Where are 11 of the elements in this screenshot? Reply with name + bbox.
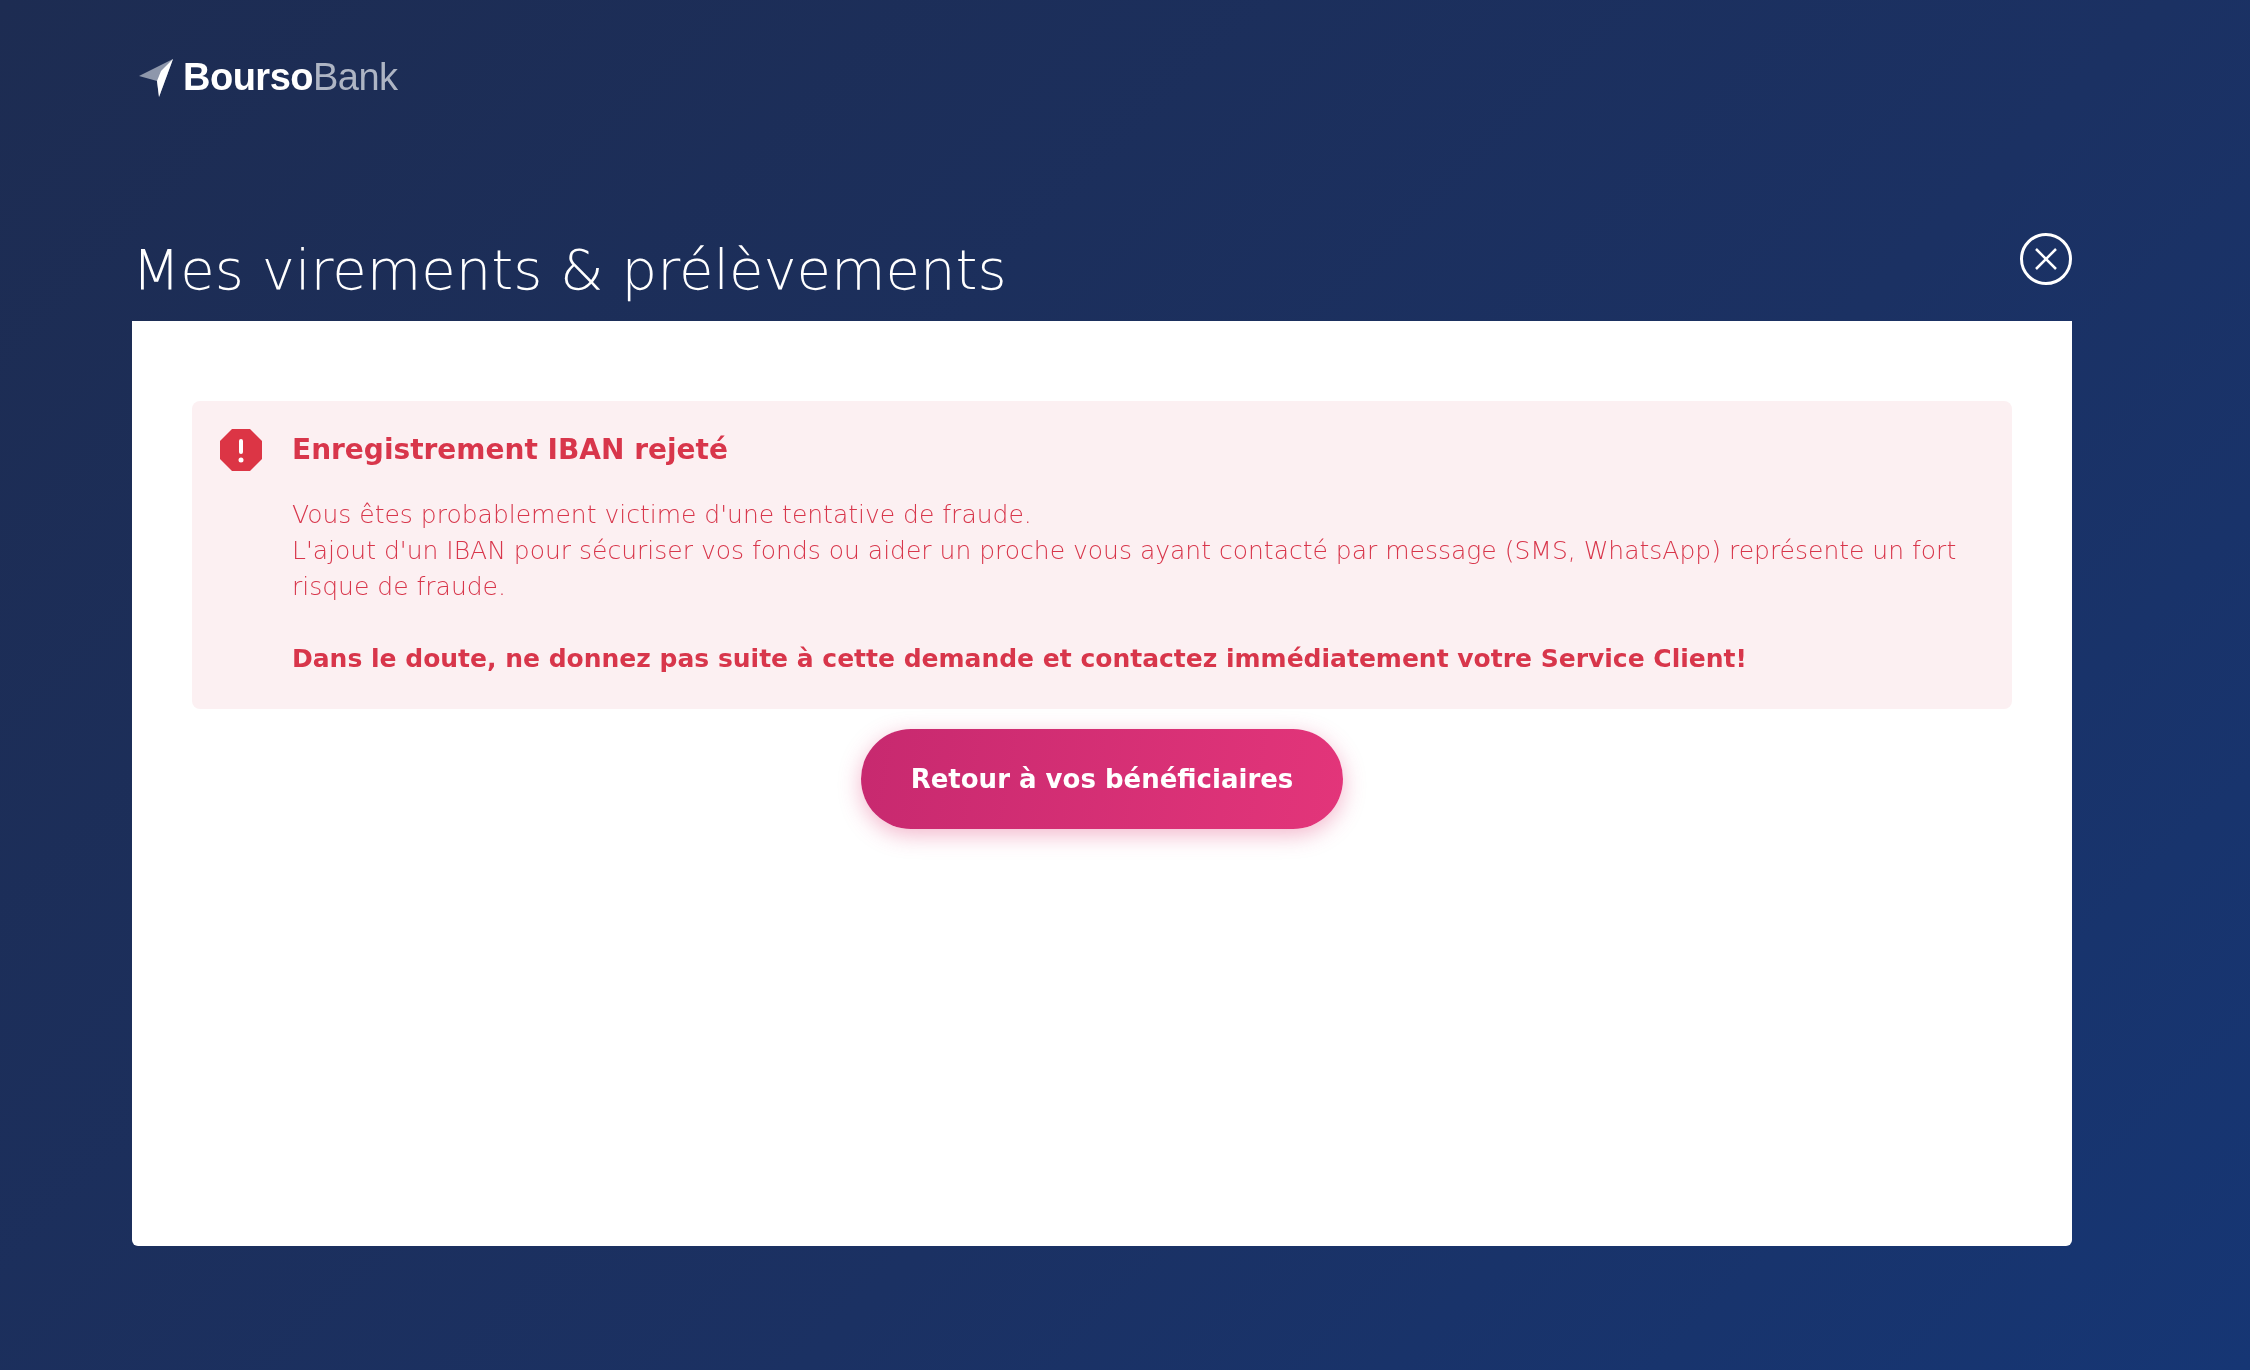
back-button[interactable]: Retour à vos bénéficiaires xyxy=(860,729,1344,829)
alert-warning: Dans le doute, ne donnez pas suite à cette demande et contactez immédiatement votre Service Client! xyxy=(292,643,1748,675)
logo-wordmark: BoursoBank xyxy=(183,56,398,99)
alert-message: L'ajout d'un IBAN pour sécuriser vos fonds ou aider un proche vous ayant contacté par message (SMS, WhatsApp) représente un fort risque de fraude. xyxy=(292,535,1958,603)
close-button[interactable] xyxy=(2020,233,2072,285)
close-icon xyxy=(2034,247,2058,271)
page-title: Mes virements & prélèvements xyxy=(132,236,1007,302)
exclamation-icon xyxy=(220,429,262,471)
alert-message: Vous êtes probablement victime d'une tentative de fraude. xyxy=(292,499,1033,531)
alert-title: Enregistrement IBAN rejeté xyxy=(292,432,729,468)
logo-icon xyxy=(139,58,175,97)
